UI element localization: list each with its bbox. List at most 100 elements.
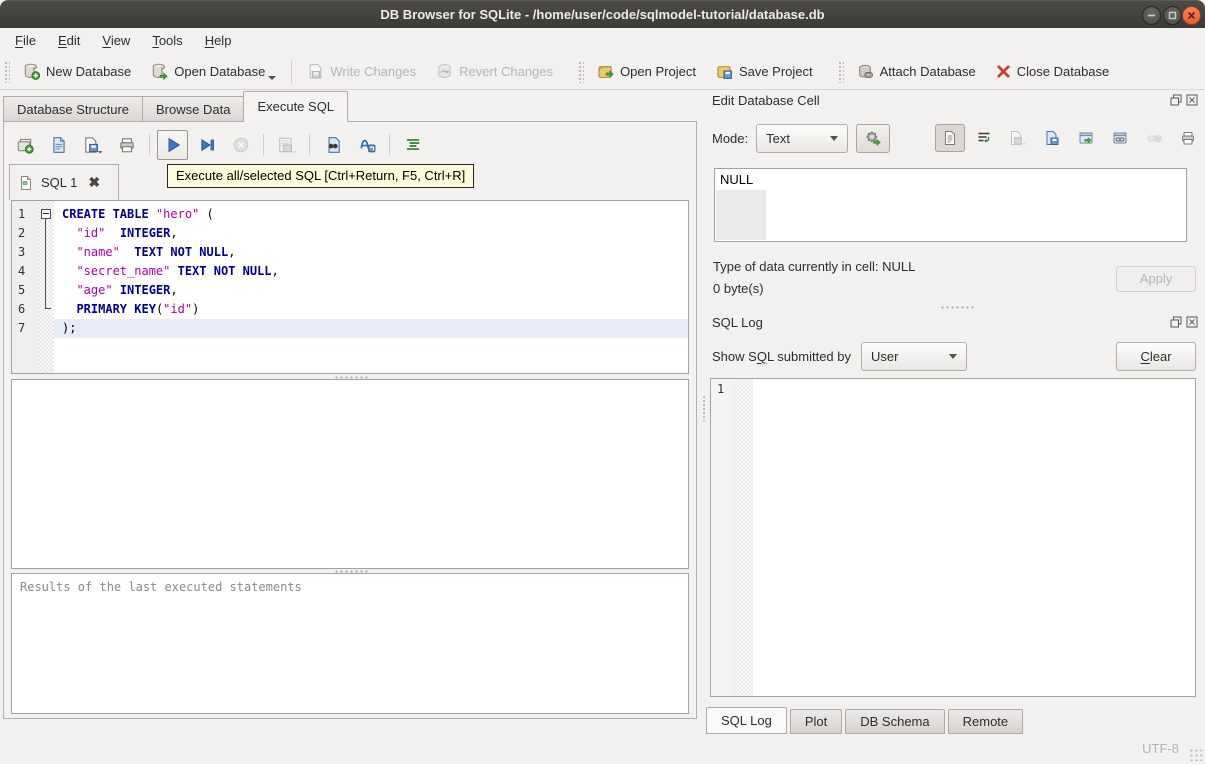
tab-plot[interactable]: Plot (789, 709, 843, 734)
log-filter-select[interactable]: User (861, 341, 967, 371)
tab-database-structure[interactable]: Database Structure (3, 96, 144, 122)
maximize-button[interactable] (1163, 6, 1182, 25)
clear-log-button[interactable]: Clear (1116, 342, 1196, 371)
minimize-button[interactable] (1142, 6, 1161, 25)
edit-cell-dock-title: Edit Database Cell (712, 93, 820, 108)
new-database-button[interactable]: New Database (14, 58, 140, 86)
toolbar-drag-handle[interactable] (837, 60, 844, 83)
tab-browse-data[interactable]: Browse Data (142, 96, 245, 122)
close-database-icon (997, 65, 1010, 78)
resize-grip[interactable] (1189, 748, 1202, 761)
dock-resize-handle[interactable] (702, 395, 707, 421)
app-window: DB Browser for SQLite - /home/user/code/… (0, 0, 1205, 764)
open-project-label: Open Project (620, 64, 696, 79)
menu-file[interactable]: File (4, 28, 47, 54)
link-cell-button[interactable] (1105, 124, 1135, 152)
main-area: Database Structure Browse Data Execute S… (0, 90, 700, 735)
code-line: "name" TEXT NOT NULL, (54, 243, 688, 262)
open-database-button[interactable]: Open Database (142, 58, 285, 86)
auto-apply-button[interactable] (856, 123, 891, 153)
close-button[interactable] (1182, 6, 1201, 25)
line-number: 2 (18, 226, 26, 240)
line-number-gutter: 1 2 3 4 5 6 7 (12, 201, 38, 373)
print-cell-button[interactable] (1173, 124, 1203, 152)
format-sql-button[interactable] (351, 130, 382, 160)
menu-view[interactable]: View (91, 28, 141, 54)
code-token: "secret_name" (76, 264, 171, 278)
find-icon (328, 137, 340, 153)
save-sql-icon (84, 137, 102, 154)
sql-log-dock-title: SQL Log (712, 315, 763, 330)
new-sql-tab-button[interactable] (9, 130, 40, 160)
tab-db-schema[interactable]: DB Schema (845, 709, 945, 734)
open-database-menu-caret[interactable] (268, 75, 277, 80)
indent-button[interactable] (397, 130, 428, 160)
menu-edit[interactable]: Edit (47, 28, 91, 54)
attach-database-button[interactable]: Attach Database (848, 58, 985, 86)
find-button[interactable] (317, 130, 348, 160)
cell-size-info: 0 byte(s) (713, 281, 764, 296)
line-number: 5 (18, 283, 26, 297)
float-dock-icon[interactable] (1170, 94, 1182, 106)
toolbar-drag-handle[interactable] (4, 60, 10, 83)
sql-tab-close-icon[interactable]: ✖ (88, 174, 100, 191)
export-cell-data-button[interactable] (1071, 124, 1101, 152)
open-sql-file-button[interactable] (43, 130, 74, 160)
mode-select[interactable]: Text (756, 123, 849, 153)
close-dock-icon[interactable] (1186, 94, 1198, 106)
set-null-button (1139, 124, 1169, 152)
execute-line-icon (200, 138, 214, 152)
float-dock-icon[interactable] (1170, 316, 1182, 328)
open-database-icon (153, 63, 168, 80)
write-changes-button: Write Changes (298, 58, 425, 86)
code-token: TEXT NOT NULL (134, 245, 229, 259)
window-title: DB Browser for SQLite - /home/user/code/… (380, 7, 825, 22)
encoding-indicator[interactable]: UTF-8 (1142, 741, 1179, 756)
open-project-button[interactable]: Open Project (588, 58, 705, 86)
print-sql-button[interactable] (111, 130, 142, 160)
menu-help[interactable]: Help (194, 28, 243, 54)
code-token: ( (199, 207, 214, 221)
code-token: , (271, 264, 279, 278)
toolbar-drag-handle[interactable] (578, 60, 585, 83)
code-token: "name" (76, 245, 120, 259)
close-dock-icon[interactable] (1186, 316, 1198, 328)
execute-all-button[interactable] (157, 130, 188, 160)
tab-sql-log[interactable]: SQL Log (706, 707, 787, 734)
code-token: ); (62, 321, 77, 335)
main-toolbar: New Database Open Database Write Changes (0, 54, 1205, 90)
close-icon (1188, 12, 1195, 19)
print-icon (119, 138, 134, 153)
save-sql-file-button[interactable] (77, 130, 108, 160)
sql-tab-label: SQL 1 (41, 175, 78, 190)
code-token: "id" (76, 226, 106, 240)
dock-splitter-handle[interactable] (940, 305, 974, 310)
line-number: 7 (18, 321, 26, 335)
save-project-button[interactable]: Save Project (707, 58, 822, 86)
cell-value-editor[interactable]: NULL (714, 168, 1187, 242)
execute-line-button[interactable] (191, 130, 222, 160)
menu-tools[interactable]: Tools (141, 28, 193, 54)
save-project-icon (717, 66, 732, 79)
sql-log-view: 1 (710, 378, 1196, 697)
sql-editor[interactable]: 1 2 3 4 5 6 7 CREATE TABLE "hero" ( "id"… (11, 200, 689, 374)
link-cell-icon (1113, 132, 1127, 144)
toolbar-separator (149, 134, 150, 156)
fold-marker[interactable] (41, 209, 51, 219)
close-database-button[interactable]: Close Database (987, 58, 1119, 86)
tab-remote[interactable]: Remote (947, 709, 1024, 734)
text-mode-button[interactable] (935, 124, 965, 152)
word-wrap-button[interactable] (969, 124, 999, 152)
code-area[interactable]: CREATE TABLE "hero" ( "id" INTEGER, "nam… (54, 201, 688, 373)
code-line: CREATE TABLE "hero" ( (54, 205, 688, 224)
import-cell-data-button[interactable] (1037, 124, 1067, 152)
tab-execute-sql[interactable]: Execute SQL (243, 91, 349, 122)
gear-apply-icon (866, 131, 881, 147)
code-token: , (170, 226, 178, 240)
stop-icon (233, 137, 248, 153)
export-cell-icon (1079, 132, 1093, 144)
sql-editor-tab[interactable]: SQL 1 ✖ (9, 164, 119, 200)
